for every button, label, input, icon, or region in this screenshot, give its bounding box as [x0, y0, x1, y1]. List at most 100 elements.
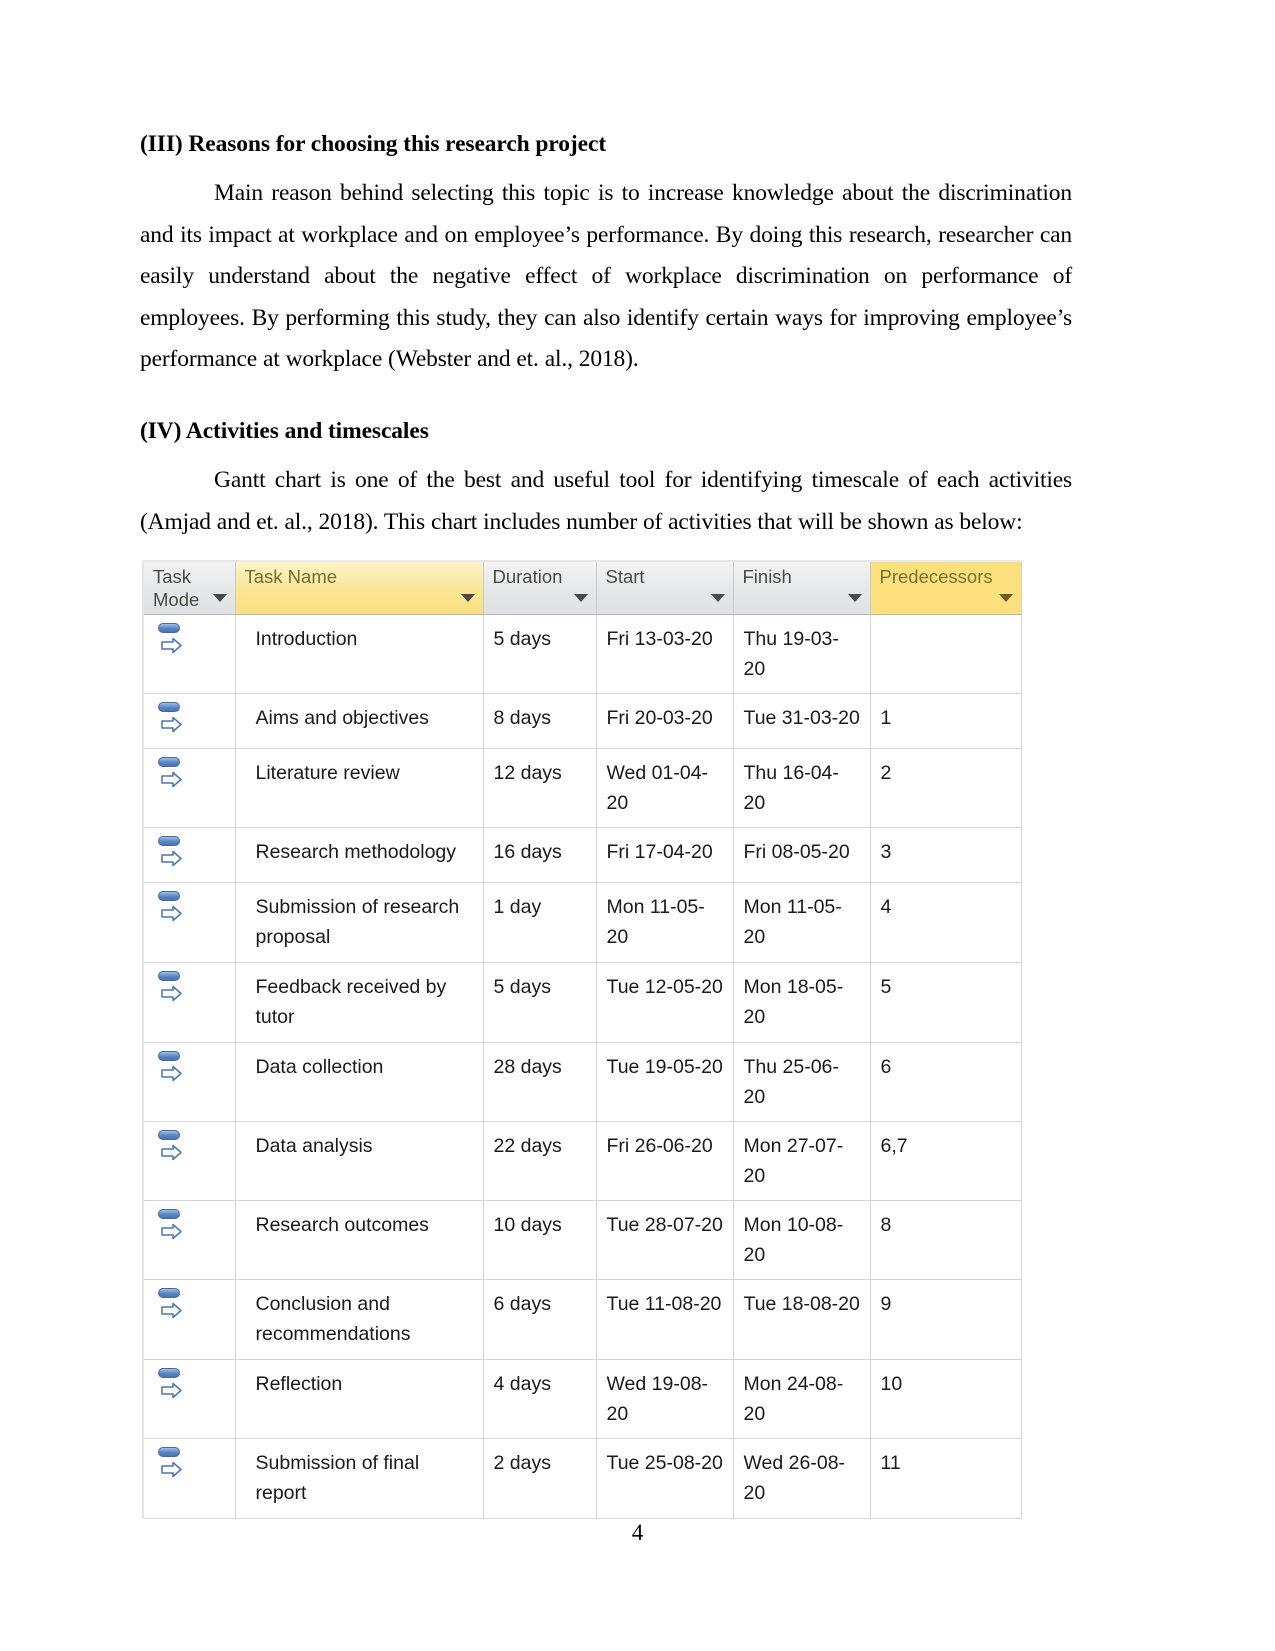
cell-task-mode[interactable] [142, 1438, 236, 1519]
table-row[interactable]: Data analysis 22 days Fri 26-06-20 Mon 27-0… [142, 1121, 1022, 1201]
cell-start[interactable]: Fri 17-04-20 [596, 827, 734, 883]
filter-dropdown-icon-start[interactable] [710, 594, 725, 602]
cell-predecessors[interactable]: 6,7 [870, 1121, 1022, 1201]
cell-finish[interactable]: Mon 18-05-20 [733, 962, 871, 1043]
cell-start[interactable]: Tue 19-05-20 [596, 1042, 734, 1122]
cell-predecessors[interactable]: 9 [870, 1279, 1022, 1360]
cell-start[interactable]: Tue 12-05-20 [596, 962, 734, 1043]
auto-schedule-icon [158, 755, 184, 788]
cell-start[interactable]: Tue 11-08-20 [596, 1279, 734, 1360]
cell-duration[interactable]: 1 day [483, 882, 597, 963]
cell-predecessors[interactable]: 5 [870, 962, 1022, 1043]
cell-task-name[interactable]: Research methodology [235, 827, 484, 883]
cell-predecessors[interactable]: 4 [870, 882, 1022, 963]
auto-schedule-icon [158, 1049, 184, 1082]
filter-dropdown-icon-duration[interactable] [573, 594, 588, 602]
cell-start[interactable]: Wed 01-04-20 [596, 748, 734, 828]
cell-duration[interactable]: 16 days [483, 827, 597, 883]
table-row[interactable]: Submission of research proposal 1 day Mon … [142, 882, 1022, 963]
cell-finish[interactable]: Thu 19-03-20 [733, 614, 871, 694]
cell-finish[interactable]: Thu 16-04-20 [733, 748, 871, 828]
cell-start[interactable]: Fri 20-03-20 [596, 693, 734, 749]
filter-dropdown-icon-predecessors[interactable] [998, 594, 1013, 602]
cell-task-name[interactable]: Conclusion and recommendations [235, 1279, 484, 1360]
filter-dropdown-icon-finish[interactable] [847, 594, 862, 602]
cell-task-mode[interactable] [142, 1279, 236, 1360]
cell-duration[interactable]: 5 days [483, 962, 597, 1043]
column-header-duration[interactable]: Duration [483, 560, 597, 615]
cell-predecessors[interactable]: 2 [870, 748, 1022, 828]
table-row[interactable]: Aims and objectives 8 days Fri 20-03-20 Tue… [142, 693, 1022, 749]
cell-duration[interactable]: 28 days [483, 1042, 597, 1122]
table-row[interactable]: Feedback received by tutor 5 days Tue 12-0… [142, 962, 1022, 1043]
cell-predecessors[interactable]: 6 [870, 1042, 1022, 1122]
cell-finish[interactable]: Tue 18-08-20 [733, 1279, 871, 1360]
cell-task-name[interactable]: Submission of final report [235, 1438, 484, 1519]
cell-duration[interactable]: 4 days [483, 1359, 597, 1439]
cell-task-mode[interactable] [142, 827, 236, 883]
cell-start[interactable]: Tue 25-08-20 [596, 1438, 734, 1519]
cell-predecessors[interactable]: 8 [870, 1200, 1022, 1280]
cell-finish[interactable]: Fri 08-05-20 [733, 827, 871, 883]
section-heading-3: (III) Reasons for choosing this research… [140, 131, 607, 157]
cell-task-name[interactable]: Feedback received by tutor [235, 962, 484, 1043]
filter-dropdown-icon-task-name[interactable] [460, 594, 475, 602]
cell-duration[interactable]: 8 days [483, 693, 597, 749]
cell-finish[interactable]: Mon 10-08-20 [733, 1200, 871, 1280]
cell-task-name[interactable]: Reflection [235, 1359, 484, 1439]
table-row[interactable]: Research outcomes 10 days Tue 28-07-20 Mon … [142, 1200, 1022, 1280]
cell-task-name[interactable]: Research outcomes [235, 1200, 484, 1280]
table-row[interactable]: Conclusion and recommendations 6 days Tue … [142, 1279, 1022, 1360]
table-row[interactable]: Literature review 12 days Wed 01-04-20 Thu … [142, 748, 1022, 828]
cell-task-mode[interactable] [142, 1200, 236, 1280]
cell-task-mode[interactable] [142, 1359, 236, 1439]
cell-finish[interactable]: Mon 11-05-20 [733, 882, 871, 963]
cell-predecessors[interactable]: 10 [870, 1359, 1022, 1439]
cell-finish[interactable]: Thu 25-06-20 [733, 1042, 871, 1122]
filter-dropdown-icon-task-mode[interactable] [212, 594, 227, 602]
cell-duration[interactable]: 2 days [483, 1438, 597, 1519]
cell-task-name[interactable]: Aims and objectives [235, 693, 484, 749]
cell-task-name[interactable]: Data analysis [235, 1121, 484, 1201]
cell-task-name[interactable]: Submission of research proposal [235, 882, 484, 963]
cell-start[interactable]: Wed 19-08-20 [596, 1359, 734, 1439]
cell-duration[interactable]: 10 days [483, 1200, 597, 1280]
cell-task-mode[interactable] [142, 614, 236, 694]
table-row[interactable]: Introduction 5 days Fri 13-03-20 Thu 19-03-… [142, 614, 1022, 694]
table-body: Introduction 5 days Fri 13-03-20 Thu 19-03-… [142, 614, 1022, 1519]
cell-task-name[interactable]: Introduction [235, 614, 484, 694]
cell-task-mode[interactable] [142, 962, 236, 1043]
cell-task-mode[interactable] [142, 882, 236, 963]
cell-task-name[interactable]: Data collection [235, 1042, 484, 1122]
cell-task-name[interactable]: Literature review [235, 748, 484, 828]
cell-predecessors[interactable] [870, 614, 1022, 694]
table-row[interactable]: Data collection 28 days Tue 19-05-20 Thu 25… [142, 1042, 1022, 1122]
cell-finish[interactable]: Wed 26-08-20 [733, 1438, 871, 1519]
cell-start[interactable]: Fri 13-03-20 [596, 614, 734, 694]
table-row[interactable]: Submission of final report 2 days Tue 25-0… [142, 1438, 1022, 1519]
cell-duration[interactable]: 22 days [483, 1121, 597, 1201]
table-row[interactable]: Reflection 4 days Wed 19-08-20 Mon 24-08-20… [142, 1359, 1022, 1439]
cell-start[interactable]: Mon 11-05-20 [596, 882, 734, 963]
cell-finish[interactable]: Tue 31-03-20 [733, 693, 871, 749]
cell-finish[interactable]: Mon 27-07-20 [733, 1121, 871, 1201]
cell-predecessors[interactable]: 3 [870, 827, 1022, 883]
column-header-task-name[interactable]: Task Name [235, 560, 484, 615]
cell-duration[interactable]: 5 days [483, 614, 597, 694]
cell-duration[interactable]: 6 days [483, 1279, 597, 1360]
cell-task-mode[interactable] [142, 1121, 236, 1201]
column-header-finish[interactable]: Finish [733, 560, 871, 615]
column-header-predecessors[interactable]: Predecessors [870, 560, 1022, 615]
cell-task-mode[interactable] [142, 748, 236, 828]
cell-predecessors[interactable]: 1 [870, 693, 1022, 749]
cell-start[interactable]: Fri 26-06-20 [596, 1121, 734, 1201]
cell-task-mode[interactable] [142, 1042, 236, 1122]
table-row[interactable]: Research methodology 16 days Fri 17-04-20 F… [142, 827, 1022, 883]
cell-finish[interactable]: Mon 24-08-20 [733, 1359, 871, 1439]
cell-predecessors[interactable]: 11 [870, 1438, 1022, 1519]
column-header-start[interactable]: Start [596, 560, 734, 615]
cell-start[interactable]: Tue 28-07-20 [596, 1200, 734, 1280]
column-header-task-mode[interactable]: Task Mode [142, 560, 236, 615]
cell-duration[interactable]: 12 days [483, 748, 597, 828]
cell-task-mode[interactable] [142, 693, 236, 749]
